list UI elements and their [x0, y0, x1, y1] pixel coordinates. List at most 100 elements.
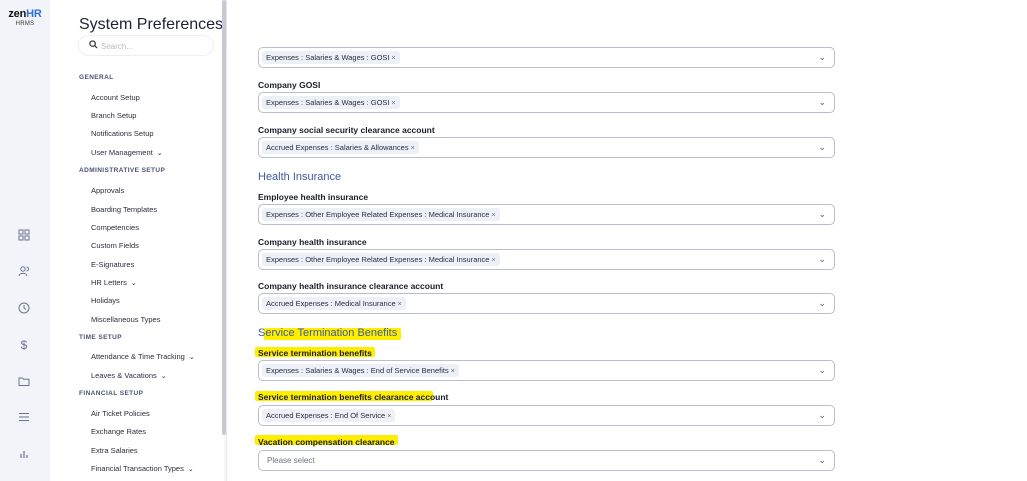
nav-financial-transaction-types[interactable]: Financial Transaction Types ⌄: [91, 464, 194, 473]
nav-user-management-label: User Management: [91, 148, 153, 157]
company-social-security-label: Company social security clearance accoun…: [258, 125, 435, 135]
section-time-setup: TIME SETUP: [79, 334, 123, 341]
app-logo[interactable]: zenHR HRMS: [7, 8, 43, 27]
nav-exchange-rates[interactable]: Exchange Rates: [91, 427, 146, 436]
nav-e-signatures[interactable]: E-Signatures: [91, 260, 134, 269]
nav-notifications-setup[interactable]: Notifications Setup: [91, 129, 154, 138]
service-termination-label: Service termination benefits: [258, 348, 372, 358]
chevron-down-icon[interactable]: ⌄: [818, 97, 826, 108]
chart-icon[interactable]: [17, 448, 31, 462]
search-icon: [89, 40, 98, 52]
app-rail: zenHR HRMS $: [0, 0, 50, 481]
nav-user-management[interactable]: User Management ⌄: [91, 148, 163, 157]
nav-air-ticket-policies[interactable]: Air Ticket Policies: [91, 409, 150, 418]
employee-gosi-select[interactable]: Expenses : Salaries & Wages : GOSI × ⌄: [258, 47, 835, 68]
company-health-insurance-select[interactable]: Expenses : Other Employee Related Expens…: [258, 249, 835, 270]
folder-icon[interactable]: [17, 375, 31, 389]
users-icon[interactable]: [17, 265, 31, 279]
remove-tag-icon[interactable]: ×: [392, 55, 396, 62]
remove-tag-icon[interactable]: ×: [491, 212, 495, 219]
selected-tag: Accrued Expenses : End Of Service ×: [262, 409, 396, 422]
nav-approvals[interactable]: Approvals: [91, 186, 124, 195]
preferences-panel: System Preferences Search... GENERAL Acc…: [50, 0, 224, 481]
tag-text: Expenses : Other Employee Related Expens…: [266, 210, 490, 219]
nav-branch-setup[interactable]: Branch Setup: [91, 111, 136, 120]
section-general: GENERAL: [79, 74, 114, 81]
tag-text: Expenses : Salaries & Wages : GOSI: [266, 53, 390, 62]
chevron-down-icon: ⌄: [130, 280, 137, 287]
logo-brand-accent: HR: [26, 8, 42, 20]
logo-brand-main: zen: [8, 8, 27, 20]
grid-icon[interactable]: [17, 229, 31, 243]
nav-boarding-templates[interactable]: Boarding Templates: [91, 205, 157, 214]
remove-tag-icon[interactable]: ×: [411, 145, 415, 152]
select-placeholder: Please select: [267, 456, 315, 465]
logo-subtitle: HRMS: [15, 21, 35, 27]
vacation-compensation-label: Vacation compensation clearance: [258, 437, 395, 447]
chevron-down-icon[interactable]: ⌄: [818, 209, 826, 220]
chevron-down-icon[interactable]: ⌄: [818, 142, 826, 153]
nav-account-setup[interactable]: Account Setup: [91, 93, 140, 102]
employee-health-insurance-label: Employee health insurance: [258, 192, 369, 202]
section-administrative: ADMINISTRATIVE SETUP: [79, 167, 166, 174]
chevron-down-icon: ⌄: [188, 354, 195, 361]
dollar-icon[interactable]: $: [17, 338, 31, 352]
section-financial-setup: FINANCIAL SETUP: [79, 390, 144, 397]
remove-tag-icon[interactable]: ×: [451, 368, 455, 375]
chevron-down-icon[interactable]: ⌄: [818, 254, 826, 265]
chevron-down-icon[interactable]: ⌄: [818, 455, 826, 466]
nav-leaves[interactable]: Leaves & Vacations ⌄: [91, 371, 167, 380]
company-health-clearance-label: Company health insurance clearance accou…: [258, 281, 444, 291]
vacation-compensation-select[interactable]: Please select ⌄: [258, 450, 835, 471]
chevron-down-icon[interactable]: ⌄: [818, 365, 826, 376]
selected-tag: Expenses : Other Employee Related Expens…: [262, 208, 500, 221]
clock-icon[interactable]: [17, 302, 31, 316]
company-gosi-label: Company GOSI: [258, 80, 321, 90]
nav-attendance[interactable]: Attendance & Time Tracking ⌄: [91, 352, 195, 361]
nav-miscellaneous-types[interactable]: Miscellaneous Types: [91, 315, 160, 324]
selected-tag: Accrued Expenses : Medical Insurance ×: [262, 297, 406, 310]
nav-hr-letters-label: HR Letters: [91, 278, 127, 287]
nav-extra-salaries[interactable]: Extra Salaries: [91, 446, 138, 455]
tag-text: Accrued Expenses : End Of Service: [266, 411, 386, 420]
company-gosi-select[interactable]: Expenses : Salaries & Wages : GOSI × ⌄: [258, 92, 835, 113]
nav-attendance-label: Attendance & Time Tracking: [91, 352, 185, 361]
company-social-security-select[interactable]: Accrued Expenses : Salaries & Allowances…: [258, 137, 835, 158]
page-title: System Preferences: [79, 16, 224, 33]
selected-tag: Expenses : Salaries & Wages : End of Ser…: [262, 364, 459, 377]
chevron-down-icon[interactable]: ⌄: [818, 52, 826, 63]
remove-tag-icon[interactable]: ×: [387, 413, 391, 420]
chevron-down-icon[interactable]: ⌄: [818, 410, 826, 421]
nav-holidays[interactable]: Holidays: [91, 296, 120, 305]
selected-tag: Accrued Expenses : Salaries & Allowances…: [262, 141, 419, 154]
remove-tag-icon[interactable]: ×: [491, 257, 495, 264]
chevron-down-icon: ⌄: [187, 466, 194, 473]
tag-text: Expenses : Salaries & Wages : End of Ser…: [266, 366, 449, 375]
nav-hr-letters[interactable]: HR Letters ⌄: [91, 278, 137, 287]
service-termination-clearance-label: Service termination benefits clearance a…: [258, 392, 449, 402]
tag-text: Accrued Expenses : Salaries & Allowances: [266, 143, 409, 152]
company-health-insurance-label: Company health insurance: [258, 237, 367, 247]
nav-leaves-label: Leaves & Vacations: [91, 371, 157, 380]
tag-text: Expenses : Other Employee Related Expens…: [266, 255, 490, 264]
list-icon[interactable]: [17, 411, 31, 425]
chevron-down-icon[interactable]: ⌄: [818, 298, 826, 309]
selected-tag: Expenses : Salaries & Wages : GOSI ×: [262, 96, 400, 109]
remove-tag-icon[interactable]: ×: [398, 301, 402, 308]
service-termination-select[interactable]: Expenses : Salaries & Wages : End of Ser…: [258, 360, 835, 381]
service-termination-clearance-select[interactable]: Accrued Expenses : End Of Service × ⌄: [258, 405, 835, 426]
remove-tag-icon[interactable]: ×: [392, 100, 396, 107]
chevron-down-icon: ⌄: [160, 373, 167, 380]
selected-tag: Expenses : Other Employee Related Expens…: [262, 253, 500, 266]
nav-financial-transaction-types-label: Financial Transaction Types: [91, 464, 184, 473]
nav-custom-fields[interactable]: Custom Fields: [91, 241, 139, 250]
company-health-clearance-select[interactable]: Accrued Expenses : Medical Insurance × ⌄: [258, 293, 835, 314]
search-input[interactable]: Search...: [78, 35, 214, 56]
top-bar: [227, 0, 1027, 46]
settings-form: Expenses : Salaries & Wages : GOSI × ⌄ Co…: [227, 46, 1027, 481]
nav-competencies[interactable]: Competencies: [91, 223, 139, 232]
tag-text: Expenses : Salaries & Wages : GOSI: [266, 98, 390, 107]
tag-text: Accrued Expenses : Medical Insurance: [266, 299, 396, 308]
chevron-down-icon: ⌄: [156, 150, 163, 157]
employee-health-insurance-select[interactable]: Expenses : Other Employee Related Expens…: [258, 204, 835, 225]
